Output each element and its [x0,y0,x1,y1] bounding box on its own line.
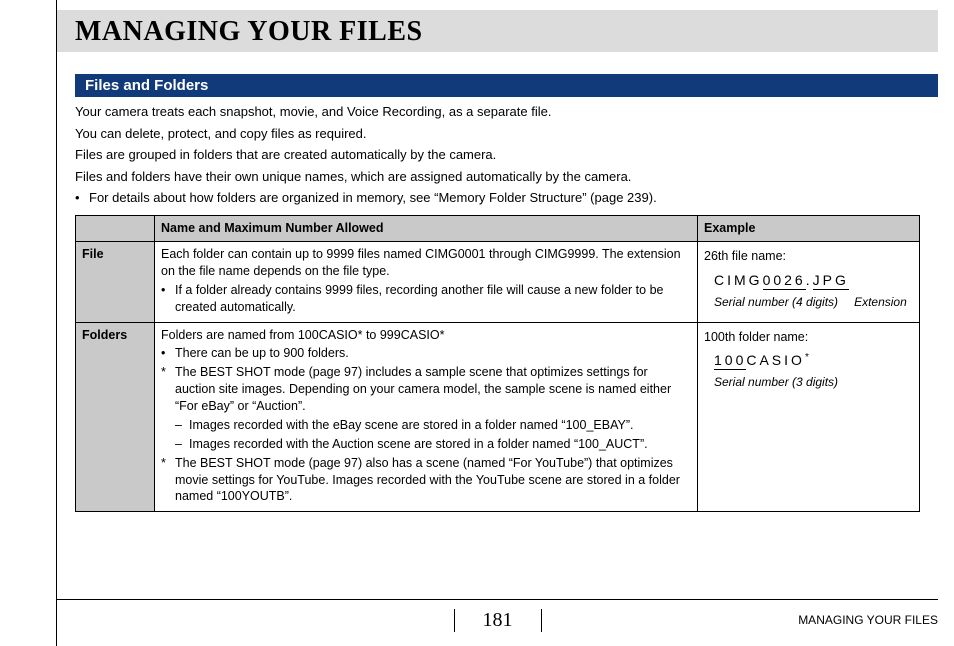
table-row-file: File Each folder can contain up to 9999 … [76,242,920,323]
folders-desc-cell: Folders are named from 100CASIO* to 999C… [155,322,698,512]
filename-dot: . [806,272,813,288]
folders-dash2-text: Images recorded with the Auction scene a… [189,436,648,453]
chapter-title: MANAGING YOUR FILES [75,16,928,48]
dash-icon: – [175,436,189,453]
filename-serial: 0026 [763,272,806,290]
table-row-folders: Folders Folders are named from 100CASIO*… [76,322,920,512]
folders-desc: Folders are named from 100CASIO* to 999C… [161,327,691,344]
file-example-lead: 26th file name: [704,248,913,265]
folders-dash1: – Images recorded with the eBay scene ar… [175,417,691,434]
file-example-anno: Serial number (4 digits) Extension [714,294,913,310]
intro-p2: You can delete, protect, and copy files … [75,125,938,143]
content-area: Files and Folders Your camera treats eac… [57,52,938,512]
page-number: 181 [454,609,542,632]
file-desc-bullet-text: If a folder already contains 9999 files,… [175,282,691,316]
th-example: Example [698,216,920,242]
filename-prefix: CIMG [714,272,763,288]
folders-dash1-text: Images recorded with the eBay scene are … [189,417,633,434]
spec-table: Name and Maximum Number Allowed Example … [75,215,920,512]
th-name: Name and Maximum Number Allowed [155,216,698,242]
page-footer: 181 MANAGING YOUR FILES [57,599,938,634]
file-desc: Each folder can contain up to 9999 files… [161,246,691,280]
bullet-dot-icon: • [161,282,175,316]
folders-example-name: 100CASIO* [714,351,913,370]
filename-ext: JPG [813,272,849,290]
folder-serial: 100 [714,352,746,370]
folder-rest: CASIO [746,352,805,368]
page-frame: MANAGING YOUR FILES Files and Folders Yo… [56,0,938,646]
folders-ast1-text: The BEST SHOT mode (page 97) includes a … [175,364,691,415]
folders-dash2: – Images recorded with the Auction scene… [175,436,691,453]
asterisk-icon: * [161,455,175,506]
anno-serial: Serial number (4 digits) [714,294,838,310]
th-blank [76,216,155,242]
intro-p4: Files and folders have their own unique … [75,168,938,186]
folders-ast2: * The BEST SHOT mode (page 97) also has … [161,455,691,506]
chapter-title-bar: MANAGING YOUR FILES [57,10,938,52]
intro-p3: Files are grouped in folders that are cr… [75,146,938,164]
folders-example-cell: 100th folder name: 100CASIO* Serial numb… [698,322,920,512]
file-example-name: CIMG0026.JPG [714,271,913,290]
table-header-row: Name and Maximum Number Allowed Example [76,216,920,242]
folders-ast1: * The BEST SHOT mode (page 97) includes … [161,364,691,415]
row-label-folders: Folders [76,322,155,512]
intro-bullet: • For details about how folders are orga… [75,190,938,205]
intro-p1: Your camera treats each snapshot, movie,… [75,103,938,121]
file-desc-cell: Each folder can contain up to 9999 files… [155,242,698,323]
intro-bullet-text: For details about how folders are organi… [89,190,657,205]
dash-icon: – [175,417,189,434]
anno-extension: Extension [854,294,907,310]
folders-bullet: • There can be up to 900 folders. [161,345,691,362]
folders-ast2-text: The BEST SHOT mode (page 97) also has a … [175,455,691,506]
folders-bullet-text: There can be up to 900 folders. [175,345,349,362]
folder-ast: * [805,352,812,363]
section-heading: Files and Folders [75,74,938,97]
bullet-dot-icon: • [161,345,175,362]
file-example-cell: 26th file name: CIMG0026.JPG Serial numb… [698,242,920,323]
file-desc-bullet: • If a folder already contains 9999 file… [161,282,691,316]
bullet-dot-icon: • [75,190,89,205]
folders-example-lead: 100th folder name: [704,329,913,346]
asterisk-icon: * [161,364,175,415]
running-head: MANAGING YOUR FILES [798,613,938,627]
folder-anno-serial: Serial number (3 digits) [714,374,913,390]
row-label-file: File [76,242,155,323]
